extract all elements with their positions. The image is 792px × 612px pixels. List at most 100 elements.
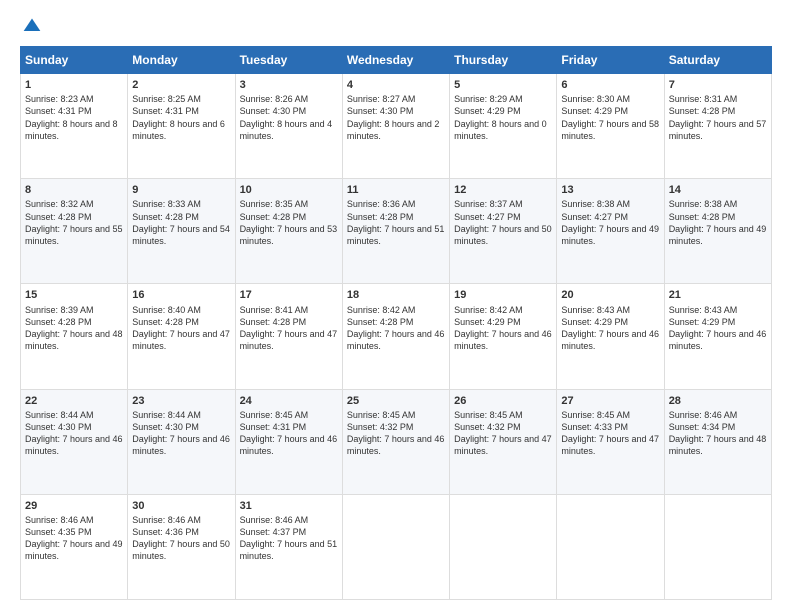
logo [20,16,42,36]
calendar-cell: 5Sunrise: 8:29 AMSunset: 4:29 PMDaylight… [450,74,557,179]
day-number: 7 [669,78,767,92]
calendar-cell: 19 Sunrise: 8:42 AMSunset: 4:29 PMDayligh… [450,284,557,389]
day-header-tuesday: Tuesday [235,47,342,74]
day-number: 15 [25,288,123,302]
day-info: Sunrise: 8:46 AMSunset: 4:37 PMDaylight:… [240,514,338,563]
day-info: Sunrise: 8:29 AMSunset: 4:29 PMDaylight:… [454,93,552,142]
day-number: 3 [240,78,338,92]
calendar-cell: 9Sunrise: 8:33 AMSunset: 4:28 PMDaylight… [128,179,235,284]
day-number: 21 [669,288,767,302]
day-info: Sunrise: 8:38 AMSunset: 4:27 PMDaylight:… [561,198,659,247]
calendar-cell: 13Sunrise: 8:38 AMSunset: 4:27 PMDayligh… [557,179,664,284]
day-number: 23 [132,394,230,408]
calendar-cell: 10Sunrise: 8:35 AMSunset: 4:28 PMDayligh… [235,179,342,284]
calendar-cell: 6Sunrise: 8:30 AMSunset: 4:29 PMDaylight… [557,74,664,179]
day-number: 10 [240,183,338,197]
day-info: Sunrise: 8:44 AMSunset: 4:30 PMDaylight:… [132,409,230,458]
calendar-cell: 20 Sunrise: 8:43 AMSunset: 4:29 PMDayligh… [557,284,664,389]
header [20,16,772,36]
day-info: Sunrise: 8:35 AMSunset: 4:28 PMDaylight:… [240,198,338,247]
day-number: 30 [132,499,230,513]
day-info: Sunrise: 8:43 AMSunset: 4:29 PMDaylight:… [669,304,767,353]
day-info: Sunrise: 8:38 AMSunset: 4:28 PMDaylight:… [669,198,767,247]
day-info: Sunrise: 8:43 AMSunset: 4:29 PMDaylight:… [561,304,659,353]
calendar-cell: 29Sunrise: 8:46 AMSunset: 4:35 PMDayligh… [21,494,128,599]
day-number: 12 [454,183,552,197]
day-header-friday: Friday [557,47,664,74]
day-info: Sunrise: 8:45 AMSunset: 4:31 PMDaylight:… [240,409,338,458]
calendar-cell [664,494,771,599]
calendar-cell [450,494,557,599]
calendar-cell: 1Sunrise: 8:23 AMSunset: 4:31 PMDaylight… [21,74,128,179]
day-number: 27 [561,394,659,408]
calendar-week-row: 8Sunrise: 8:32 AMSunset: 4:28 PMDaylight… [21,179,772,284]
calendar-cell [557,494,664,599]
day-number: 22 [25,394,123,408]
day-number: 16 [132,288,230,302]
day-info: Sunrise: 8:41 AMSunset: 4:28 PMDaylight:… [240,304,338,353]
day-header-monday: Monday [128,47,235,74]
day-number: 31 [240,499,338,513]
day-number: 5 [454,78,552,92]
calendar-header-row: SundayMondayTuesdayWednesdayThursdayFrid… [21,47,772,74]
day-number: 20 [561,288,659,302]
day-info: Sunrise: 8:44 AMSunset: 4:30 PMDaylight:… [25,409,123,458]
calendar-cell: 30Sunrise: 8:46 AMSunset: 4:36 PMDayligh… [128,494,235,599]
day-header-sunday: Sunday [21,47,128,74]
day-number: 19 [454,288,552,302]
day-info: Sunrise: 8:46 AMSunset: 4:35 PMDaylight:… [25,514,123,563]
day-number: 24 [240,394,338,408]
page: SundayMondayTuesdayWednesdayThursdayFrid… [0,0,792,612]
day-info: Sunrise: 8:23 AMSunset: 4:31 PMDaylight:… [25,93,123,142]
day-info: Sunrise: 8:40 AMSunset: 4:28 PMDaylight:… [132,304,230,353]
day-number: 4 [347,78,445,92]
day-info: Sunrise: 8:37 AMSunset: 4:27 PMDaylight:… [454,198,552,247]
day-info: Sunrise: 8:39 AMSunset: 4:28 PMDaylight:… [25,304,123,353]
calendar-cell: 17Sunrise: 8:41 AMSunset: 4:28 PMDayligh… [235,284,342,389]
calendar-cell: 8Sunrise: 8:32 AMSunset: 4:28 PMDaylight… [21,179,128,284]
day-number: 1 [25,78,123,92]
calendar-cell: 21 Sunrise: 8:43 AMSunset: 4:29 PMDayligh… [664,284,771,389]
day-number: 9 [132,183,230,197]
day-info: Sunrise: 8:42 AMSunset: 4:29 PMDaylight:… [454,304,552,353]
day-number: 25 [347,394,445,408]
day-info: Sunrise: 8:26 AMSunset: 4:30 PMDaylight:… [240,93,338,142]
day-number: 26 [454,394,552,408]
day-number: 11 [347,183,445,197]
day-header-thursday: Thursday [450,47,557,74]
calendar-week-row: 29Sunrise: 8:46 AMSunset: 4:35 PMDayligh… [21,494,772,599]
calendar-cell [342,494,449,599]
calendar-cell: 28Sunrise: 8:46 AMSunset: 4:34 PMDayligh… [664,389,771,494]
day-info: Sunrise: 8:45 AMSunset: 4:32 PMDaylight:… [454,409,552,458]
day-info: Sunrise: 8:46 AMSunset: 4:36 PMDaylight:… [132,514,230,563]
day-info: Sunrise: 8:45 AMSunset: 4:32 PMDaylight:… [347,409,445,458]
calendar-cell: 16 Sunrise: 8:40 AMSunset: 4:28 PMDayligh… [128,284,235,389]
calendar-week-row: 1Sunrise: 8:23 AMSunset: 4:31 PMDaylight… [21,74,772,179]
day-number: 6 [561,78,659,92]
day-info: Sunrise: 8:45 AMSunset: 4:33 PMDaylight:… [561,409,659,458]
calendar-cell: 23Sunrise: 8:44 AMSunset: 4:30 PMDayligh… [128,389,235,494]
day-info: Sunrise: 8:42 AMSunset: 4:28 PMDaylight:… [347,304,445,353]
calendar-cell: 11Sunrise: 8:36 AMSunset: 4:28 PMDayligh… [342,179,449,284]
day-number: 28 [669,394,767,408]
day-number: 29 [25,499,123,513]
calendar-week-row: 22Sunrise: 8:44 AMSunset: 4:30 PMDayligh… [21,389,772,494]
calendar-body: 1Sunrise: 8:23 AMSunset: 4:31 PMDaylight… [21,74,772,600]
day-info: Sunrise: 8:25 AMSunset: 4:31 PMDaylight:… [132,93,230,142]
calendar-table: SundayMondayTuesdayWednesdayThursdayFrid… [20,46,772,600]
day-header-saturday: Saturday [664,47,771,74]
day-info: Sunrise: 8:32 AMSunset: 4:28 PMDaylight:… [25,198,123,247]
day-header-wednesday: Wednesday [342,47,449,74]
calendar-cell: 12Sunrise: 8:37 AMSunset: 4:27 PMDayligh… [450,179,557,284]
calendar-cell: 15 Sunrise: 8:39 AMSunset: 4:28 PMDayligh… [21,284,128,389]
calendar-cell: 18Sunrise: 8:42 AMSunset: 4:28 PMDayligh… [342,284,449,389]
calendar-cell: 7Sunrise: 8:31 AMSunset: 4:28 PMDaylight… [664,74,771,179]
calendar-cell: 26Sunrise: 8:45 AMSunset: 4:32 PMDayligh… [450,389,557,494]
calendar-cell: 22Sunrise: 8:44 AMSunset: 4:30 PMDayligh… [21,389,128,494]
logo-icon [22,16,42,36]
day-info: Sunrise: 8:33 AMSunset: 4:28 PMDaylight:… [132,198,230,247]
day-number: 13 [561,183,659,197]
calendar-cell: 2Sunrise: 8:25 AMSunset: 4:31 PMDaylight… [128,74,235,179]
calendar-cell: 14Sunrise: 8:38 AMSunset: 4:28 PMDayligh… [664,179,771,284]
day-info: Sunrise: 8:36 AMSunset: 4:28 PMDaylight:… [347,198,445,247]
